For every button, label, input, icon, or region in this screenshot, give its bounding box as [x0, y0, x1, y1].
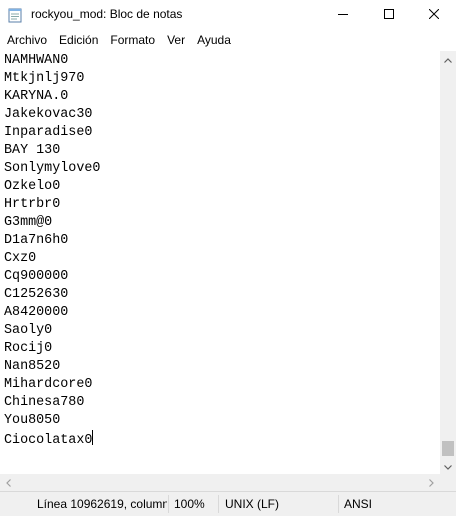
- text-line: A8420000: [4, 305, 69, 320]
- scroll-right-button[interactable]: [423, 474, 440, 491]
- scroll-left-button[interactable]: [0, 474, 17, 491]
- menu-ayuda[interactable]: Ayuda: [191, 30, 237, 50]
- text-line: Jakekovac30: [4, 107, 93, 122]
- text-line: Saoly0: [4, 323, 53, 338]
- text-line: Inparadise0: [4, 125, 93, 140]
- notepad-icon: [8, 7, 22, 23]
- text-line: NAMHWAN0: [4, 53, 69, 68]
- text-line: C1252630: [4, 287, 69, 302]
- chevron-right-icon: [429, 474, 434, 492]
- scroll-up-button[interactable]: [440, 51, 456, 67]
- text-line-last: Ciocolatax0: [4, 430, 100, 448]
- close-button[interactable]: [411, 0, 456, 30]
- text-line: Hrtrbr0: [4, 197, 61, 212]
- chevron-left-icon: [6, 474, 11, 492]
- text-editor[interactable]: NAMHWAN0 Mtkjnlj970 KARYNA.0 Jakekovac30…: [0, 51, 440, 474]
- text-line: Rocij0: [4, 341, 53, 356]
- status-zoom: 100%: [174, 497, 205, 511]
- text-line: Cxz0: [4, 251, 37, 266]
- text-line: Sonlymylove0: [4, 161, 101, 176]
- maximize-icon: [384, 6, 394, 24]
- text-caret: [92, 430, 94, 445]
- status-bar: Línea 10962619, columna 100% UNIX (LF) A…: [0, 491, 456, 516]
- title-bar[interactable]: rockyou_mod: Bloc de notas: [0, 0, 456, 30]
- menu-bar: Archivo Edición Formato Ver Ayuda: [0, 30, 456, 50]
- text-line-content: Ciocolatax0: [4, 433, 93, 448]
- chevron-down-icon: [444, 457, 452, 475]
- text-line: You8050: [4, 413, 61, 428]
- editor-text: NAMHWAN0 Mtkjnlj970 KARYNA.0 Jakekovac30…: [4, 52, 100, 448]
- text-line: Cq900000: [4, 269, 69, 284]
- vertical-scrollbar[interactable]: [440, 51, 456, 474]
- minimize-icon: [338, 6, 348, 24]
- minimize-button[interactable]: [320, 0, 366, 30]
- horizontal-scrollbar[interactable]: [0, 474, 440, 491]
- status-cursor-position: Línea 10962619, columna: [37, 497, 167, 511]
- scroll-down-button[interactable]: [440, 458, 456, 474]
- text-line: BAY 130: [4, 143, 61, 158]
- menu-archivo[interactable]: Archivo: [1, 30, 53, 50]
- text-line: KARYNA.0: [4, 89, 69, 104]
- close-icon: [428, 6, 440, 24]
- menu-formato[interactable]: Formato: [104, 30, 161, 50]
- status-divider: [338, 495, 339, 513]
- maximize-button[interactable]: [366, 0, 412, 30]
- scrollbar-corner: [440, 474, 456, 491]
- text-line: Nan8520: [4, 359, 61, 374]
- status-divider: [218, 495, 219, 513]
- text-line: D1a7n6h0: [4, 233, 69, 248]
- vertical-scroll-thumb[interactable]: [442, 441, 454, 456]
- window-title: rockyou_mod: Bloc de notas: [31, 7, 183, 21]
- status-line-ending: UNIX (LF): [225, 497, 279, 511]
- menu-edicion[interactable]: Edición: [53, 30, 104, 50]
- status-encoding: ANSI: [344, 497, 373, 511]
- chevron-up-icon: [444, 50, 452, 68]
- text-line: Mihardcore0: [4, 377, 93, 392]
- text-line: G3mm@0: [4, 215, 53, 230]
- menu-ver[interactable]: Ver: [161, 30, 191, 50]
- text-line: Ozkelo0: [4, 179, 61, 194]
- status-divider: [168, 495, 169, 513]
- text-line: Mtkjnlj970: [4, 71, 85, 86]
- text-line: Chinesa780: [4, 395, 85, 410]
